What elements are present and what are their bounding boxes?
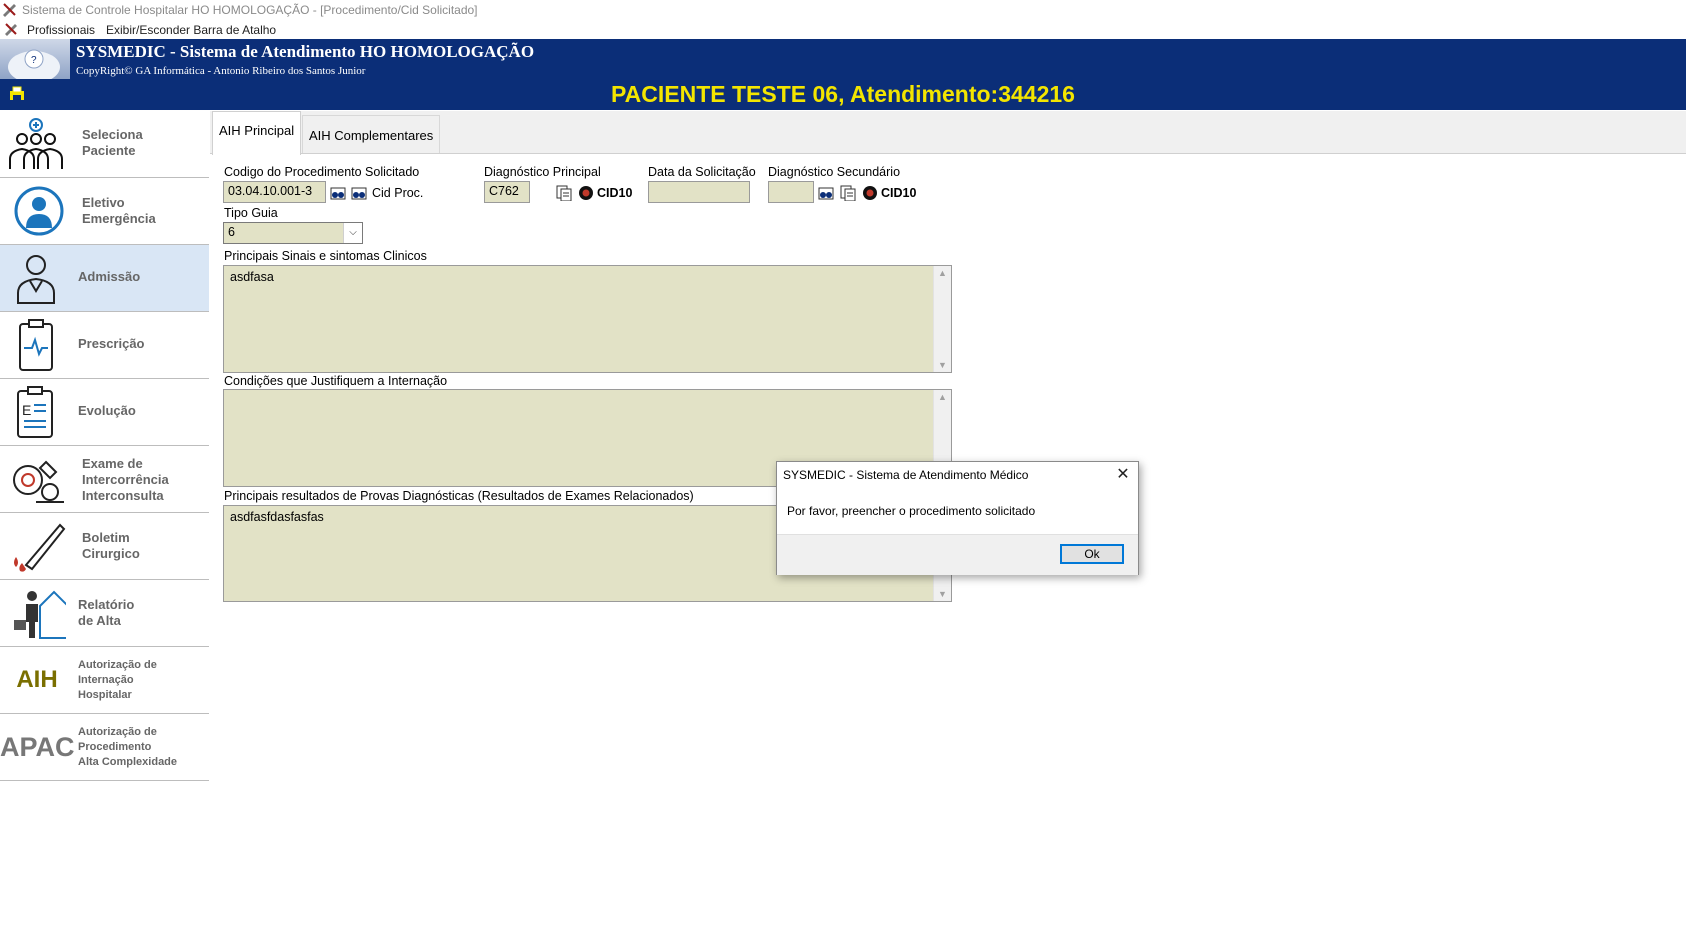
- tab-strip: AIH Principal AIH Complementares: [210, 111, 1686, 155]
- scroll-down-icon[interactable]: ▼: [934, 589, 951, 599]
- sidebar-label: Relatório de Alta: [78, 597, 135, 628]
- message-dialog: SYSMEDIC - Sistema de Atendimento Médico…: [776, 461, 1139, 575]
- data-solicitacao-input[interactable]: [648, 181, 750, 203]
- sidebar-item-exame[interactable]: Exame de Intercorrência Interconsulta: [0, 446, 209, 513]
- sidebar-label: Seleciona Paciente: [82, 127, 143, 158]
- dialog-footer: Ok: [777, 534, 1138, 575]
- menu-bar: Profissionais Exibir/Esconder Barra de A…: [0, 20, 1686, 39]
- binoculars-search-icon[interactable]: [330, 185, 346, 201]
- data-solicitacao-label: Data da Solicitação: [648, 165, 756, 179]
- resultados-text: asdfasfdasfasfas: [230, 510, 324, 524]
- apac-badge-icon: APAC: [0, 732, 75, 762]
- sidebar-label: Boletim Cirurgico: [82, 530, 140, 561]
- svg-text:E: E: [22, 402, 31, 418]
- scroll-up-icon[interactable]: ▲: [934, 392, 951, 402]
- cid10-label: CID10: [597, 186, 633, 200]
- record-icon[interactable]: [578, 185, 594, 201]
- record-icon[interactable]: [862, 185, 878, 201]
- procedimento-label: Codigo do Procedimento Solicitado: [224, 165, 420, 179]
- tab-aih-complementares[interactable]: AIH Complementares: [302, 115, 441, 153]
- clipboard-pulse-icon: [19, 319, 53, 371]
- scrollbar[interactable]: ▲▼: [933, 266, 951, 372]
- sidebar-label: Eletivo Emergência: [82, 195, 156, 226]
- sidebar-item-relatorio-alta[interactable]: Relatório de Alta: [0, 580, 209, 647]
- dialog-title: SYSMEDIC - Sistema de Atendimento Médico: [783, 468, 1029, 482]
- diag-principal-label: Diagnóstico Principal: [484, 165, 601, 179]
- sidebar-label: Prescrição: [78, 336, 145, 351]
- sidebar-label: Autorização de Internação Hospitalar: [78, 659, 157, 701]
- tipo-guia-value: 6: [228, 225, 235, 239]
- doctor-icon: [17, 255, 55, 304]
- sidebar: Seleciona Paciente Eletivo Emergência Ad…: [0, 111, 211, 935]
- menu-item-profissionais[interactable]: Profissionais: [27, 23, 95, 37]
- app-header: ? SYSMEDIC - Sistema de Atendimento HO H…: [0, 39, 1686, 83]
- sidebar-item-prescricao[interactable]: Prescrição: [0, 312, 209, 379]
- diag-principal-input[interactable]: C762: [484, 181, 530, 203]
- sidebar-item-admissao[interactable]: Admissão: [0, 245, 209, 312]
- patient-bar: PACIENTE TESTE 06, Atendimento:344216: [0, 79, 1686, 110]
- patient-title: PACIENTE TESTE 06, Atendimento:344216: [611, 81, 1075, 107]
- documents-icon[interactable]: [556, 185, 572, 201]
- discharge-icon: [14, 590, 66, 639]
- window-title: Sistema de Controle Hospitalar HO HOMOLO…: [22, 3, 478, 17]
- doctor-circle-icon: [14, 186, 64, 236]
- diag-secundario-input[interactable]: [768, 181, 814, 203]
- documents-icon[interactable]: [840, 185, 856, 201]
- sidebar-label: Exame de Intercorrência Interconsulta: [82, 456, 169, 503]
- window-title-bar: Sistema de Controle Hospitalar HO HOMOLO…: [0, 0, 1686, 20]
- sinais-label: Principais Sinais e sintomas Clinicos: [224, 249, 427, 263]
- sidebar-item-seleciona-paciente[interactable]: Seleciona Paciente: [0, 111, 209, 178]
- scroll-up-icon[interactable]: ▲: [934, 268, 951, 278]
- close-icon[interactable]: ✕: [1112, 464, 1134, 486]
- copyright-text: CopyRight© GA Informática - Antonio Ribe…: [76, 65, 366, 77]
- menu-app-icon[interactable]: [4, 22, 18, 36]
- sidebar-label: Admissão: [78, 269, 141, 284]
- sidebar-label: Evolução: [78, 403, 136, 418]
- cid-proc-label: Cid Proc.: [372, 186, 424, 200]
- clipboard-chart-icon: E: [17, 386, 53, 438]
- scroll-down-icon[interactable]: ▼: [934, 360, 951, 370]
- sidebar-label: Autorização de Procedimento Alta Complex…: [78, 726, 178, 768]
- tipo-guia-label: Tipo Guia: [224, 206, 278, 220]
- cid10-label: CID10: [881, 186, 917, 200]
- dialog-message: Por favor, preencher o procedimento soli…: [787, 504, 1036, 518]
- ok-button[interactable]: Ok: [1060, 544, 1124, 564]
- resultados-label: Principais resultados de Provas Diagnóst…: [224, 489, 694, 503]
- sidebar-item-apac[interactable]: APAC Autorização de Procedimento Alta Co…: [0, 714, 209, 781]
- aih-badge-icon: AIH: [16, 666, 58, 693]
- menu-item-toggle-shortcut-bar[interactable]: Exibir/Esconder Barra de Atalho: [106, 23, 276, 37]
- scalpel-icon: [14, 523, 66, 572]
- sinais-textarea[interactable]: asdfasa ▲ ▼: [223, 265, 952, 373]
- diag-secundario-label: Diagnóstico Secundário: [768, 165, 901, 179]
- tab-aih-principal[interactable]: AIH Principal: [212, 111, 302, 155]
- condicoes-label: Condições que Justifiquem a Internação: [224, 374, 448, 388]
- svg-text:?: ?: [31, 55, 37, 66]
- sidebar-item-boletim-cirurgico[interactable]: Boletim Cirurgico: [0, 513, 209, 580]
- sidebar-item-eletivo-emergencia[interactable]: Eletivo Emergência: [0, 178, 209, 245]
- sinais-text: asdfasa: [230, 270, 274, 284]
- sidebar-item-evolucao[interactable]: E Evolução: [0, 379, 209, 446]
- app-title: SYSMEDIC - Sistema de Atendimento HO HOM…: [76, 42, 535, 61]
- microscope-icon: [13, 460, 64, 503]
- sidebar-item-aih[interactable]: AIH Autorização de Internação Hospitalar: [0, 647, 209, 714]
- tipo-guia-select[interactable]: 6 ⌵: [223, 222, 363, 244]
- app-icon: [3, 3, 16, 17]
- procedimento-input[interactable]: 03.04.10.001-3: [223, 181, 326, 203]
- binoculars-search-icon[interactable]: [351, 185, 367, 201]
- binoculars-search-icon[interactable]: [818, 185, 834, 201]
- logo: ?: [0, 39, 70, 83]
- team-icon: [9, 118, 63, 169]
- chevron-down-icon[interactable]: ⌵: [343, 223, 362, 243]
